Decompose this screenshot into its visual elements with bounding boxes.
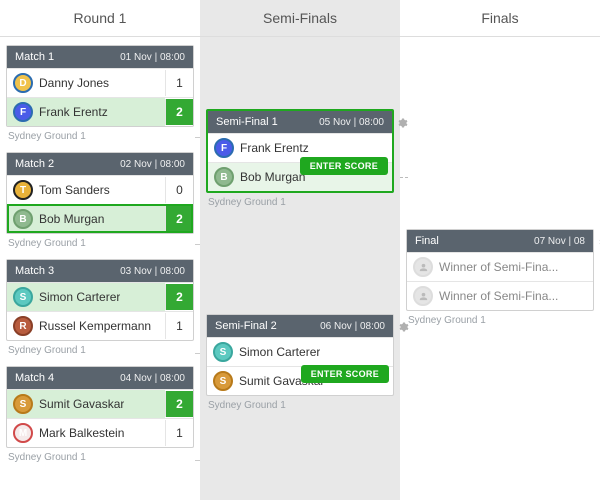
player-name: Bob Murgan xyxy=(39,212,104,226)
match-header: Match 2 02 Nov | 08:00 xyxy=(7,153,193,175)
venue-label: Sydney Ground 1 xyxy=(8,345,194,356)
score-cell: 1 xyxy=(165,420,193,446)
column-header-round1: Round 1 xyxy=(0,0,200,37)
player-name: Simon Carterer xyxy=(239,345,320,359)
score-cell: 2 xyxy=(165,284,193,310)
player-avatar: S xyxy=(13,394,33,414)
player-name: Winner of Semi-Fina... xyxy=(439,289,558,303)
match-title: Match 3 xyxy=(15,265,54,277)
match-header: Semi-Final 1 05 Nov | 08:00 xyxy=(208,111,392,133)
player-name: Simon Carterer xyxy=(39,290,120,304)
match-datetime: 05 Nov | 08:00 xyxy=(319,117,384,128)
match-datetime: 02 Nov | 08:00 xyxy=(120,159,185,170)
player-avatar: B xyxy=(13,209,33,229)
player-name: Mark Balkestein xyxy=(39,426,124,440)
match-title: Semi-Final 2 xyxy=(215,320,277,332)
match-card[interactable]: Match 4 04 Nov | 08:00 S Sumit Gavaskar 2 M Ma… xyxy=(6,366,194,448)
player-cell: T Tom Sanders xyxy=(7,176,165,204)
match-title: Match 4 xyxy=(15,372,54,384)
match-card[interactable]: Match 1 01 Nov | 08:00 D Danny Jones 1 F Frank… xyxy=(6,45,194,127)
venue-label: Sydney Ground 1 xyxy=(8,238,194,249)
enter-score-button[interactable]: ENTER SCORE xyxy=(301,365,389,383)
player-row[interactable]: S Sumit Gavaskar 2 xyxy=(7,389,193,418)
venue-label: Sydney Ground 1 xyxy=(208,400,394,411)
player-avatar: F xyxy=(13,102,33,122)
venue-label: Sydney Ground 1 xyxy=(8,452,194,463)
match-title: Match 2 xyxy=(15,158,54,170)
placeholder-avatar-icon xyxy=(413,286,433,306)
player-cell: B Bob Murgan xyxy=(7,205,165,233)
match-datetime: 01 Nov | 08:00 xyxy=(120,52,185,63)
player-cell: F Frank Erentz xyxy=(7,98,165,126)
match-card[interactable]: Semi-Final 2 06 Nov | 08:00 S Simon Cartere… xyxy=(206,314,394,396)
venue-label: Sydney Ground 1 xyxy=(8,131,194,142)
score-cell: 2 xyxy=(165,99,193,125)
match-header: Semi-Final 2 06 Nov | 08:00 xyxy=(207,315,393,337)
player-row[interactable]: F Frank Erentz 2 xyxy=(7,97,193,126)
match-title: Final xyxy=(415,235,439,247)
column-header-finals: Finals xyxy=(400,0,600,37)
score-cell: 2 xyxy=(165,206,193,232)
score-cell: 2 xyxy=(165,391,193,417)
player-row[interactable]: S Simon Carterer xyxy=(207,337,393,366)
venue-label: Sydney Ground 1 xyxy=(408,315,594,326)
player-avatar: R xyxy=(13,316,33,336)
player-avatar: S xyxy=(13,287,33,307)
player-avatar: B xyxy=(214,167,234,187)
match-header: Match 3 03 Nov | 08:00 xyxy=(7,260,193,282)
player-name: Frank Erentz xyxy=(39,105,108,119)
match-header: Final 07 Nov | 08 xyxy=(407,230,593,252)
match-datetime: 03 Nov | 08:00 xyxy=(120,266,185,277)
player-name: Russel Kempermann xyxy=(39,319,151,333)
player-cell: D Danny Jones xyxy=(7,69,165,97)
match-header: Match 1 01 Nov | 08:00 xyxy=(7,46,193,68)
player-avatar: T xyxy=(13,180,33,200)
match-card[interactable]: Match 3 03 Nov | 08:00 S Simon Carterer 2 R Ru… xyxy=(6,259,194,341)
match-card[interactable]: Semi-Final 1 05 Nov | 08:00 F Frank Erentz B… xyxy=(206,109,394,193)
match-card[interactable]: Final 07 Nov | 08 Winner of Semi-Fina... Wi… xyxy=(406,229,594,311)
match-datetime: 07 Nov | 08 xyxy=(534,236,585,247)
placeholder-avatar-icon xyxy=(413,257,433,277)
player-name: Frank Erentz xyxy=(240,141,309,155)
player-row[interactable]: B Bob Murgan 2 xyxy=(7,204,193,233)
match-title: Semi-Final 1 xyxy=(216,116,278,128)
player-row[interactable]: T Tom Sanders 0 xyxy=(7,175,193,204)
player-row[interactable]: S Simon Carterer 2 xyxy=(7,282,193,311)
player-row[interactable]: M Mark Balkestein 1 xyxy=(7,418,193,447)
player-row[interactable]: Winner of Semi-Fina... xyxy=(407,252,593,281)
player-cell: Winner of Semi-Fina... xyxy=(407,282,593,310)
player-name: Winner of Semi-Fina... xyxy=(439,260,558,274)
player-avatar: S xyxy=(213,342,233,362)
player-cell: S Sumit Gavaskar xyxy=(7,390,165,418)
player-name: Bob Murgan xyxy=(240,170,305,184)
score-cell: 0 xyxy=(165,177,193,203)
player-avatar: S xyxy=(213,371,233,391)
player-row[interactable]: R Russel Kempermann 1 xyxy=(7,311,193,340)
match-header: Match 4 04 Nov | 08:00 xyxy=(7,367,193,389)
match-datetime: 04 Nov | 08:00 xyxy=(120,373,185,384)
player-cell: R Russel Kempermann xyxy=(7,312,165,340)
player-row[interactable]: Winner of Semi-Fina... xyxy=(407,281,593,310)
player-name: Sumit Gavaskar xyxy=(39,397,124,411)
match-title: Match 1 xyxy=(15,51,54,63)
player-name: Tom Sanders xyxy=(39,183,110,197)
player-cell: M Mark Balkestein xyxy=(7,419,165,447)
venue-label: Sydney Ground 1 xyxy=(208,197,394,208)
score-cell: 1 xyxy=(165,313,193,339)
player-cell: Winner of Semi-Fina... xyxy=(407,253,593,281)
player-cell: S Simon Carterer xyxy=(7,283,165,311)
player-avatar: F xyxy=(214,138,234,158)
match-datetime: 06 Nov | 08:00 xyxy=(320,321,385,332)
player-avatar: M xyxy=(13,423,33,443)
column-header-semifinals: Semi-Finals xyxy=(200,0,400,37)
enter-score-button[interactable]: ENTER SCORE xyxy=(300,157,388,175)
player-name: Danny Jones xyxy=(39,76,109,90)
player-cell: S Simon Carterer xyxy=(207,338,393,366)
player-avatar: D xyxy=(13,73,33,93)
score-cell: 1 xyxy=(165,70,193,96)
match-card[interactable]: Match 2 02 Nov | 08:00 T Tom Sanders 0 B Bob M… xyxy=(6,152,194,234)
player-row[interactable]: D Danny Jones 1 xyxy=(7,68,193,97)
